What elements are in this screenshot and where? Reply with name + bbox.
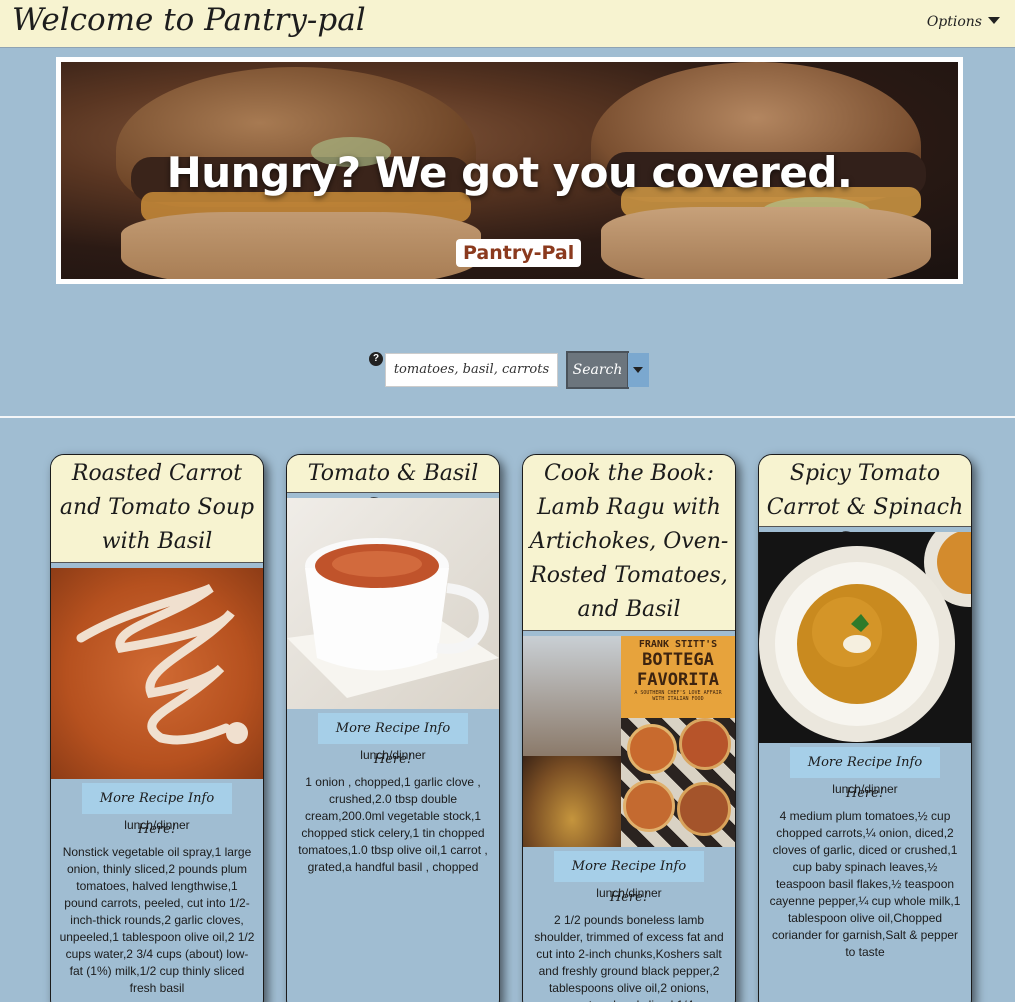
recipe-card: Roasted Carrot and Tomato Soup with Basi… xyxy=(50,454,264,1002)
options-dropdown[interactable]: Options xyxy=(927,14,1000,30)
soup-bowl-image xyxy=(759,532,971,742)
recipe-ingredients: 1 onion , chopped,1 garlic clove , crush… xyxy=(298,775,488,874)
recipe-title: Tomato & Basil Soup xyxy=(287,455,499,520)
recipe-image[interactable]: FRANK STITT'S BOTTEGA FAVORITA A SOUTHER… xyxy=(523,636,735,847)
pasta-photo xyxy=(523,756,621,847)
recipe-category: lunch/dinner xyxy=(124,818,190,832)
pizza-photo xyxy=(621,718,735,847)
recipe-card: Tomato & Basil Soup More Recipe Info Her… xyxy=(286,454,500,1002)
recipe-ingredients: 4 medium plum tomatoes,½ cup chopped car… xyxy=(769,809,961,959)
more-recipe-info-button[interactable]: More Recipe Info Here! xyxy=(82,783,232,837)
recipe-title: Roasted Carrot and Tomato Soup with Basi… xyxy=(51,455,263,563)
more-recipe-info-button[interactable]: More Recipe Info Here! xyxy=(318,713,468,767)
caret-down-icon xyxy=(633,367,643,373)
hero-badge: Pantry-Pal xyxy=(456,239,582,267)
burger-bottom-bun-right xyxy=(601,207,931,279)
recipe-ingredients: 2 1/2 pounds boneless lamb shoulder, tri… xyxy=(534,913,724,1002)
options-label: Options xyxy=(926,14,982,30)
brand-title[interactable]: Welcome to Pantry-pal xyxy=(12,2,366,38)
hero-headline: Hungry? We got you covered. xyxy=(166,148,853,197)
recipe-image[interactable] xyxy=(51,568,263,779)
recipe-category: lunch/dinner xyxy=(596,886,662,900)
soup-swirl-image xyxy=(76,583,248,745)
recipe-category: lunch/dinner xyxy=(360,748,426,762)
recipe-card: Cook the Book: Lamb Ragu with Artichokes… xyxy=(522,454,736,1002)
pizza-1 xyxy=(627,724,677,774)
recipe-ingredients: Nonstick vegetable oil spray,1 large oni… xyxy=(59,845,255,995)
hero-banner: Hungry? We got you covered. Pantry-Pal xyxy=(56,57,963,284)
section-divider xyxy=(0,416,1015,418)
pizza-2 xyxy=(679,718,731,770)
book-title-line2: FAVORITA xyxy=(637,670,719,690)
book-cover: FRANK STITT'S BOTTEGA FAVORITA A SOUTHER… xyxy=(621,636,735,718)
recipe-title: Spicy Tomato Carrot & Spinach Soup xyxy=(759,455,971,554)
recipe-card: Spicy Tomato Carrot & Spinach Soup More … xyxy=(758,454,972,1002)
book-title-line1: BOTTEGA xyxy=(642,650,714,670)
recipe-title: Cook the Book: Lamb Ragu with Artichokes… xyxy=(523,455,735,631)
burger-bottom-bun-left xyxy=(121,212,481,279)
pizza-3 xyxy=(623,780,675,832)
pizza-4 xyxy=(677,782,731,836)
search-dropdown-toggle[interactable] xyxy=(628,353,649,387)
chef-photo xyxy=(523,636,621,756)
caret-down-icon xyxy=(988,17,1000,24)
recipe-category: lunch/dinner xyxy=(832,782,898,796)
soup-mug-image xyxy=(287,538,499,698)
help-icon[interactable]: ? xyxy=(369,352,383,366)
book-subtitle: A SOUTHERN CHEF'S LOVE AFFAIR WITH ITALI… xyxy=(634,690,722,702)
recipe-image[interactable] xyxy=(759,532,971,743)
navbar: Welcome to Pantry-pal Options xyxy=(0,0,1015,48)
more-recipe-info-button[interactable]: More Recipe Info Here! xyxy=(790,747,940,801)
search-button[interactable]: Search xyxy=(566,351,629,389)
search-input[interactable]: tomatoes, basil, carrots xyxy=(385,353,558,387)
book-author: FRANK STITT'S xyxy=(638,639,718,650)
recipe-image[interactable] xyxy=(287,498,499,709)
more-recipe-info-button[interactable]: More Recipe Info Here! xyxy=(554,851,704,905)
